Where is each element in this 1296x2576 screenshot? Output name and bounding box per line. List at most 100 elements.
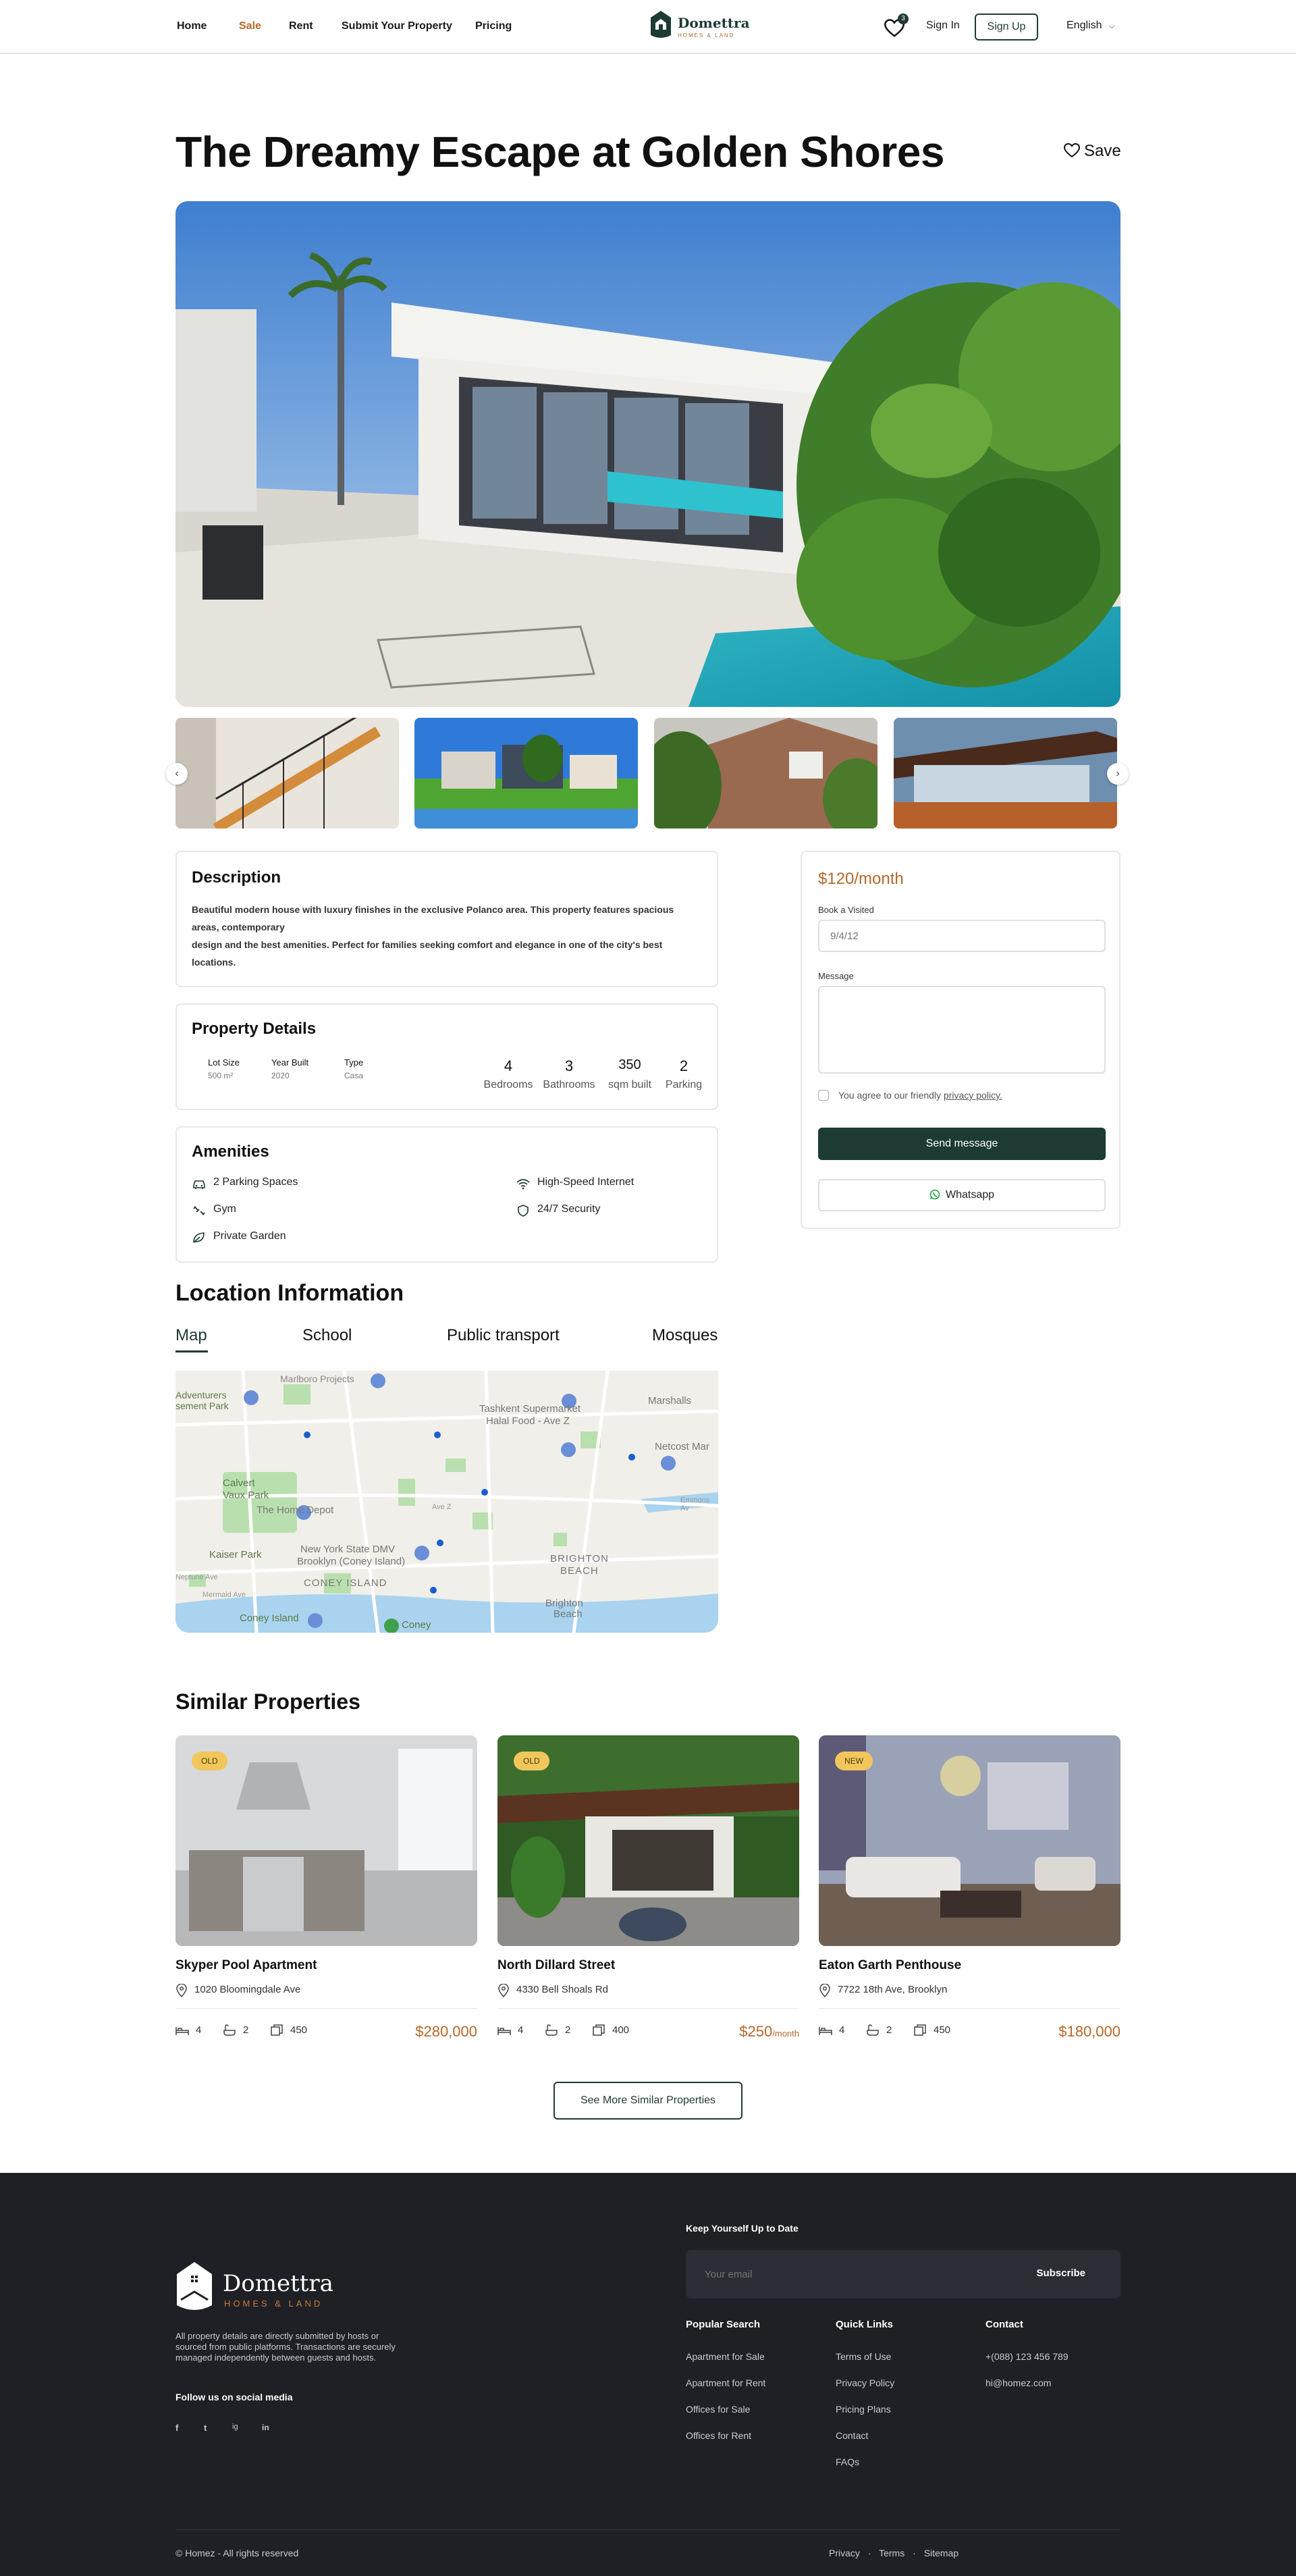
- footer-link[interactable]: Privacy Policy: [836, 2377, 894, 2388]
- save-label: Save: [1084, 142, 1121, 160]
- footer-link[interactable]: Contact: [836, 2430, 868, 2441]
- amenity-parking: 2 Parking Spaces: [192, 1176, 394, 1191]
- price-unit: /month: [772, 2028, 799, 2039]
- sitemap-link[interactable]: Sitemap: [924, 2548, 959, 2558]
- type-label: Type: [344, 1057, 364, 1068]
- privacy-policy-link[interactable]: privacy policy.: [944, 1090, 1002, 1101]
- nav-rent[interactable]: Rent: [289, 20, 313, 32]
- wishlist-button[interactable]: 3: [884, 14, 909, 38]
- visit-date-input[interactable]: [818, 920, 1106, 952]
- privacy-link[interactable]: Privacy: [829, 2548, 860, 2558]
- property-price: $280,000: [415, 2023, 477, 2041]
- gallery-thumb-townhouses[interactable]: [414, 718, 638, 829]
- language-value: English: [1066, 20, 1102, 31]
- year-built-value: 2020: [271, 1071, 290, 1080]
- agree-text: You agree to our friendly: [838, 1090, 944, 1101]
- contact-heading: Contact: [986, 2319, 1023, 2330]
- see-more-button[interactable]: See More Similar Properties: [554, 2082, 742, 2120]
- location-map[interactable]: Adventurers sement Park Marlboro Project…: [176, 1371, 718, 1633]
- footer-link[interactable]: Terms of Use: [836, 2351, 891, 2362]
- footer-link[interactable]: Offices for Rent: [686, 2430, 751, 2441]
- nav-pricing[interactable]: Pricing: [475, 20, 512, 32]
- property-card[interactable]: OLD Skyper Pool Apartment 1020 Bloomingd…: [176, 1735, 477, 2046]
- bath-icon: [545, 2024, 558, 2036]
- gallery-thumb-brick-house[interactable]: [654, 718, 878, 829]
- gallery-thumb-staircase[interactable]: [176, 718, 399, 829]
- footer-link[interactable]: Offices for Sale: [686, 2404, 750, 2415]
- site-logo[interactable]: Domettra HOMES & LAND: [649, 8, 750, 43]
- newsletter-form: Subscribe: [686, 2250, 1120, 2298]
- footer-link[interactable]: Apartment for Sale: [686, 2351, 765, 2362]
- map-label: Tashkent Supermarket: [479, 1403, 581, 1415]
- whatsapp-button[interactable]: Whatsapp: [818, 1179, 1106, 1211]
- nav-sale[interactable]: Sale: [239, 20, 261, 32]
- amenity-gym: Gym: [192, 1203, 394, 1218]
- footer-divider: [176, 2529, 1120, 2530]
- staircase-photo: [176, 718, 399, 829]
- map-label: Brooklyn (Coney Island): [297, 1556, 406, 1567]
- booking-card: $120/month Book a Visited Message You ag…: [801, 851, 1120, 1229]
- blurb-line: managed independently between guests and…: [176, 2352, 377, 2363]
- footer-link[interactable]: Pricing Plans: [836, 2404, 891, 2415]
- tab-map[interactable]: Map: [176, 1326, 207, 1345]
- signin-link[interactable]: Sign In: [926, 20, 960, 32]
- language-select[interactable]: English ⌵: [1066, 20, 1114, 32]
- contact-phone[interactable]: +(088) 123 456 789: [986, 2351, 1069, 2362]
- property-name[interactable]: Eaton Garth Penthouse: [819, 1958, 961, 1973]
- map-label: Vaux Park: [223, 1490, 269, 1501]
- shield-icon: [518, 1205, 529, 1217]
- newsletter-email-input[interactable]: [686, 2250, 1010, 2298]
- property-name[interactable]: Skyper Pool Apartment: [176, 1958, 317, 1973]
- map-label: sement Park: [176, 1400, 229, 1411]
- amenity-label: 24/7 Security: [537, 1203, 601, 1215]
- property-tag: NEW: [835, 1752, 873, 1770]
- nav-submit-property[interactable]: Submit Your Property: [342, 20, 452, 32]
- hero-image[interactable]: [176, 201, 1120, 707]
- footer-logo[interactable]: Domettra HOMES & LAND: [176, 2261, 351, 2315]
- message-textarea[interactable]: [818, 986, 1106, 1074]
- amenity-label: 2 Parking Spaces: [213, 1176, 298, 1188]
- terms-link[interactable]: Terms: [879, 2548, 905, 2558]
- footer-link[interactable]: FAQs: [836, 2456, 859, 2467]
- property-name[interactable]: North Dillard Street: [497, 1958, 615, 1973]
- heart-outline-icon: [1063, 142, 1081, 158]
- subscribe-button[interactable]: Subscribe: [1036, 2267, 1085, 2279]
- price-amount: $180,000: [1058, 2023, 1120, 2040]
- amenity-label: Gym: [213, 1203, 236, 1215]
- chevron-right-icon: ›: [1116, 768, 1120, 779]
- contact-email[interactable]: hi@homez.com: [986, 2377, 1051, 2388]
- amenity-internet: High-Speed Internet: [516, 1176, 718, 1191]
- gallery-prev-button[interactable]: ‹: [166, 763, 188, 785]
- location-pin-icon: [498, 1984, 509, 1997]
- gallery-thumb-glass-cabin[interactable]: [894, 718, 1117, 829]
- send-message-button[interactable]: Send message: [818, 1128, 1106, 1160]
- tab-public-transport[interactable]: Public transport: [447, 1326, 560, 1345]
- nav-home[interactable]: Home: [177, 20, 207, 32]
- map-label: Coney: [402, 1619, 431, 1631]
- dumbbell-icon: [193, 1206, 205, 1215]
- property-details-card: Property Details Lot Size 500 m² Year Bu…: [176, 1003, 718, 1110]
- privacy-checkbox[interactable]: [818, 1090, 829, 1101]
- signup-button[interactable]: Sign Up: [975, 14, 1038, 41]
- tab-school[interactable]: School: [302, 1326, 352, 1345]
- car-icon: [193, 1180, 205, 1189]
- footer-link[interactable]: Apartment for Rent: [686, 2377, 765, 2388]
- facebook-icon[interactable]: f: [176, 2423, 178, 2433]
- property-image: OLD: [497, 1735, 799, 1946]
- property-card[interactable]: OLD North Dillard Street 4330 Bell Shoal…: [497, 1735, 799, 2046]
- copyright: © Homez - All rights reserved: [176, 2548, 299, 2558]
- gallery-next-button[interactable]: ›: [1107, 763, 1129, 785]
- divider: [176, 2008, 477, 2009]
- tab-mosques[interactable]: Mosques: [652, 1326, 718, 1345]
- linkedin-icon[interactable]: in: [262, 2423, 269, 2432]
- amenities-heading: Amenities: [192, 1142, 269, 1161]
- footer-blurb: All property details are directly submit…: [176, 2331, 396, 2363]
- map-label: Adventurers: [176, 1390, 227, 1400]
- save-button[interactable]: Save: [1063, 142, 1121, 161]
- amenity-label: Private Garden: [213, 1230, 286, 1242]
- area-icon: [914, 2024, 926, 2036]
- instagram-icon[interactable]: ig: [232, 2423, 238, 2431]
- bath-icon: [223, 2024, 236, 2036]
- property-card[interactable]: NEW Eaton Garth Penthouse 7722 18th Ave,…: [819, 1735, 1120, 2046]
- twitter-icon[interactable]: t: [204, 2423, 207, 2433]
